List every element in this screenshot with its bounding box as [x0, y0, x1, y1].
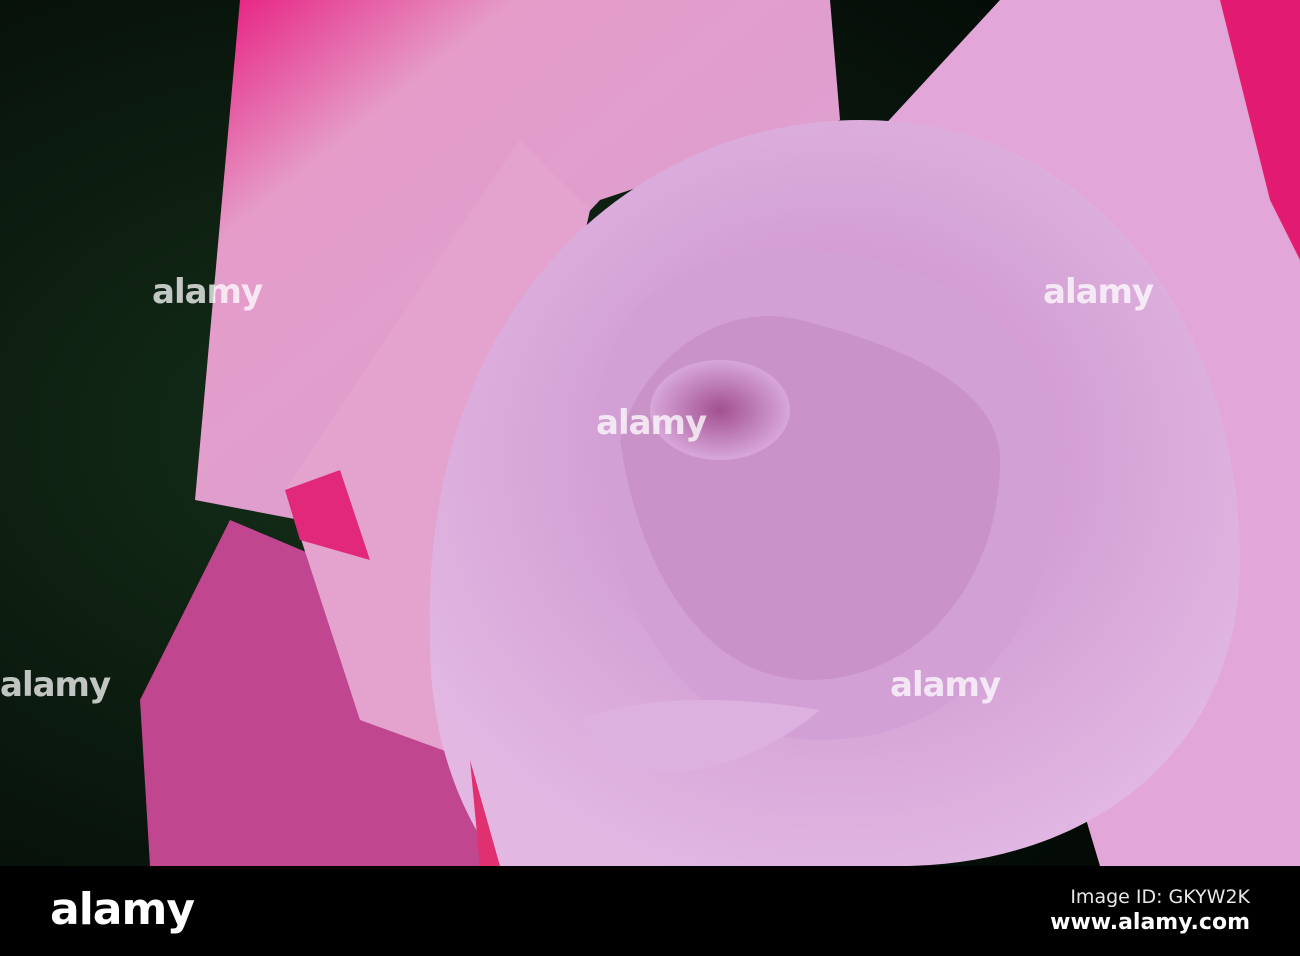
footer-bar: alamy Image ID: GKYW2K www.alamy.com — [0, 866, 1300, 956]
image-id: Image ID: GKYW2K — [1070, 886, 1250, 908]
watermark: alamy — [152, 272, 263, 312]
watermark: alamy — [596, 403, 707, 443]
site-url: www.alamy.com — [1050, 910, 1250, 935]
watermark: alamy — [1043, 272, 1154, 312]
watermark: alamy — [890, 665, 1001, 705]
watermark: alamy — [0, 665, 111, 705]
alamy-logo: alamy — [50, 884, 195, 935]
